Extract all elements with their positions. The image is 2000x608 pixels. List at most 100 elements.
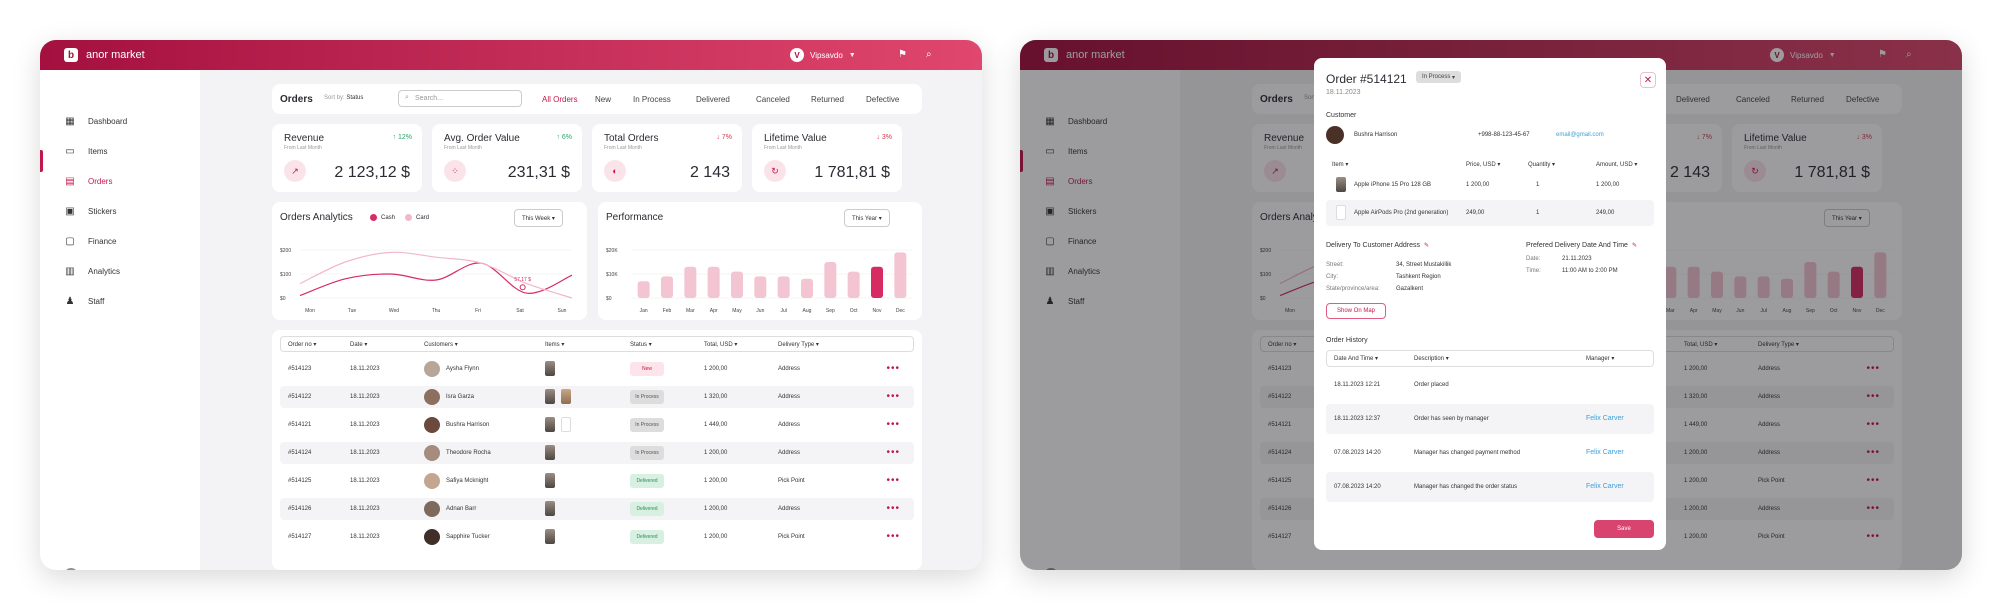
sidebar-item-analytics[interactable]: ▥ Analytics [64,266,120,277]
column-header[interactable]: Customers ▾ [424,341,458,348]
tab-delivered[interactable]: Delivered [696,95,730,104]
delivery-type: Address [778,394,801,400]
team-icon: ♟ [65,296,75,307]
edit-icon[interactable]: ✎ [1632,243,1637,249]
history-column-header[interactable]: Date And Time ▾ [1334,355,1378,362]
customer-section-title: Customer [1326,112,1357,119]
status-select[interactable]: In Process ▾ [1416,71,1462,83]
sidebar-item-staff[interactable]: ♟ Staff [64,296,105,307]
my-profile[interactable]: My Profile [64,568,124,570]
table-row[interactable]: #514122 18.11.2023 Isra Garza In Process 1 3… [280,386,914,408]
item-thumbnail [545,361,555,376]
chevron-down-icon: ▾ [364,342,368,348]
chevron-down-icon: ▾ [1611,356,1615,362]
history-manager[interactable]: Felix Carver [1586,449,1624,456]
kpi-value: 2 143 [689,164,730,181]
sort-label: Sort by: [324,95,345,101]
save-button[interactable]: Save [1594,520,1654,538]
y-tick-label: $100 [280,272,291,278]
customer-email[interactable]: email@gmail.com [1556,132,1604,138]
order-date: 18.11.2023 [350,506,380,512]
column-header[interactable]: Date ▾ [350,341,367,348]
sort-control[interactable]: Sort by: Status [324,95,363,101]
notification-icon[interactable]: ⚑ [898,49,907,60]
item-column-header[interactable]: Price, USD ▾ [1466,161,1500,168]
history-manager[interactable]: Felix Carver [1586,415,1624,422]
tab-new[interactable]: New [595,95,611,104]
table-row[interactable]: #514127 18.11.2023 Sapphire Tucker Delivere… [280,526,914,548]
section-title-text: Delivery To Customer Address [1326,242,1421,249]
more-options-icon[interactable]: ••• [886,531,900,542]
search-icon[interactable]: ⌕ [926,49,932,60]
item-column-header[interactable]: Amount, USD ▾ [1596,161,1637,168]
tab-defective[interactable]: Defective [866,95,899,104]
item-thumbnail [545,529,555,544]
table-row[interactable]: #514123 18.11.2023 Aysha Flynn New 1 200,00 A… [280,358,914,380]
user-menu[interactable]: V Vipsavdo ▼ [790,48,856,62]
more-options-icon[interactable]: ••• [886,391,900,402]
more-options-icon[interactable]: ••• [886,447,900,458]
column-header[interactable]: Order no ▾ [288,341,316,348]
tab-canceled[interactable]: Canceled [756,95,790,104]
preferred-time: 11:00 AM to 2:00 PM [1562,268,1618,274]
avatar [64,568,78,570]
kpi-subtitle: From Last Month [764,145,802,151]
series-line-cash [299,262,573,297]
column-header[interactable]: Items ▾ [545,341,564,348]
item-price: 249,00 [1466,210,1485,216]
history-column-header[interactable]: Manager ▾ [1586,355,1614,362]
x-tick-label: Feb [663,308,672,314]
sidebar-item-dashboard[interactable]: ▦ Dashboard [64,116,127,127]
history-manager[interactable]: Felix Carver [1586,483,1624,490]
x-tick-label: Wed [389,308,399,314]
avatar [424,389,440,405]
edit-icon[interactable]: ✎ [1424,243,1429,249]
avatar [424,445,440,461]
item-name: Apple AirPods Pro (2nd generation) [1354,210,1449,216]
more-options-icon[interactable]: ••• [886,475,900,486]
more-options-icon[interactable]: ••• [886,503,900,514]
item-column-header[interactable]: Quantity ▾ [1528,161,1555,168]
show-on-map-button[interactable]: Show On Map [1326,303,1386,319]
top-bar: b anor market V Vipsavdo ▼ ⚑ ⌕ [40,40,982,70]
chevron-down-icon: ▾ [648,342,652,348]
column-header[interactable]: Delivery Type ▾ [778,341,819,348]
tab-all-orders[interactable]: All Orders [542,95,578,104]
avatar [424,473,440,489]
sidebar: ▦ Dashboard ▭ Items ▤ Orders ▣ Stickers ▢ Finance… [40,70,200,570]
column-header[interactable]: Total, USD ▾ [704,341,737,348]
chevron-down-icon: ▾ [815,342,819,348]
item-thumbnail [545,445,555,460]
column-header-label: Date [350,342,363,348]
item-column-header[interactable]: Item ▾ [1332,161,1348,168]
tab-returned[interactable]: Returned [811,95,844,104]
sidebar-item-orders[interactable]: ▤ Orders [64,176,112,187]
history-column-header[interactable]: Description ▾ [1414,355,1449,362]
kebab-menu-icon[interactable]: ⋮ [172,568,184,570]
search-input[interactable]: ⌕ Search... [398,90,522,107]
more-options-icon[interactable]: ••• [886,419,900,430]
sidebar-item-stickers[interactable]: ▣ Stickers [64,206,116,217]
column-header-label: Total, USD [704,342,733,348]
status-badge: Delivered [630,502,664,516]
table-row[interactable]: #514121 18.11.2023 Bushra Harrison In Proce… [280,414,914,436]
table-row[interactable]: #514124 18.11.2023 Theodore Rocha In Proces… [280,442,914,464]
kpi-value: 2 123,12 $ [334,164,410,181]
x-tick-label: Jul [780,308,786,314]
sidebar-item-items[interactable]: ▭ Items [64,146,107,157]
more-options-icon[interactable]: ••• [886,363,900,374]
bar-nov [871,266,883,298]
tab-in-process[interactable]: In Process [633,95,671,104]
column-header[interactable]: Status ▾ [630,341,652,348]
customer-name: Safiya Mcknight [446,478,489,484]
sidebar-item-finance[interactable]: ▢ Finance [64,236,116,247]
kpi-delta: ↑ 12% [393,134,412,141]
box-icon: ▭ [65,146,75,157]
bar-dec [894,252,907,298]
x-tick-label: Jan [640,308,648,314]
table-row[interactable]: #514125 18.11.2023 Safiya Mcknight Delivere… [280,470,914,492]
delivery-type: Address [778,450,801,456]
column-header-label: Amount, USD [1596,162,1633,168]
table-row[interactable]: #514126 18.11.2023 Adnan Barr Delivered 1 20… [280,498,914,520]
close-button[interactable]: ✕ [1640,72,1656,88]
